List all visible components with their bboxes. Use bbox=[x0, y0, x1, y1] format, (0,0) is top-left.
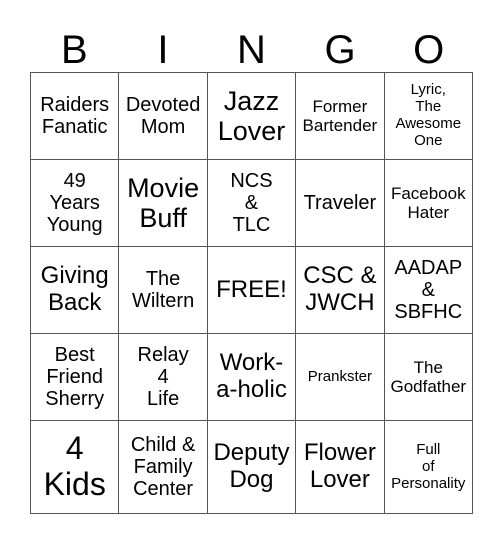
cell-text: Devoted Mom bbox=[125, 93, 201, 139]
cell-text: The Godfather bbox=[390, 358, 467, 397]
bingo-header: B I N G O bbox=[30, 28, 473, 72]
cell-text: Movie Buff bbox=[127, 172, 200, 234]
bingo-cell[interactable]: Raiders Fanatic bbox=[29, 71, 120, 161]
bingo-cell[interactable]: Jazz Lover bbox=[206, 71, 297, 161]
header-letter-b: B bbox=[60, 28, 88, 72]
cell-text: Deputy Dog bbox=[213, 439, 290, 494]
cell-text: Former Bartender bbox=[302, 97, 378, 136]
bingo-cell[interactable]: Work- a-holic bbox=[206, 333, 297, 422]
free-space-cell[interactable]: FREE! bbox=[206, 246, 297, 335]
header-letter-n: N bbox=[237, 28, 266, 72]
bingo-cell[interactable]: Full of Personality bbox=[383, 420, 474, 514]
bingo-cell[interactable]: Giving Back bbox=[29, 246, 120, 335]
bingo-cell[interactable]: Movie Buff bbox=[118, 159, 208, 248]
cell-text: Giving Back bbox=[40, 262, 109, 317]
cell-text: CSC & JWCH bbox=[303, 262, 377, 317]
board-row: Giving Back The Wiltern FREE! CSC & JWCH… bbox=[29, 246, 474, 335]
cell-text: NCS & TLC bbox=[230, 169, 273, 237]
bingo-cell[interactable]: Lyric, The Awesome One bbox=[383, 71, 474, 161]
cell-text: 49 Years Young bbox=[46, 169, 103, 237]
board-row: 4 Kids Child & Family Center Deputy Dog … bbox=[29, 420, 474, 514]
bingo-cell[interactable]: CSC & JWCH bbox=[295, 246, 385, 335]
bingo-cell[interactable]: The Wiltern bbox=[118, 246, 208, 335]
bingo-cell[interactable]: Child & Family Center bbox=[118, 420, 208, 514]
board-row: Best Friend Sherry Relay 4 Life Work- a-… bbox=[29, 333, 474, 422]
cell-text: Full of Personality bbox=[391, 440, 466, 492]
cell-text: Prankster bbox=[307, 367, 372, 385]
bingo-cell[interactable]: Best Friend Sherry bbox=[29, 333, 120, 422]
bingo-cell[interactable]: The Godfather bbox=[383, 333, 474, 422]
bingo-cell[interactable]: Deputy Dog bbox=[206, 420, 297, 514]
header-letter-o: O bbox=[413, 28, 445, 72]
bingo-cell[interactable]: 4 Kids bbox=[29, 420, 120, 514]
cell-text: Lyric, The Awesome One bbox=[395, 81, 462, 149]
bingo-cell[interactable]: Relay 4 Life bbox=[118, 333, 208, 422]
cell-text: Raiders Fanatic bbox=[40, 93, 110, 139]
header-letter-i: I bbox=[157, 28, 169, 72]
header-letter-g: G bbox=[324, 28, 356, 72]
cell-text: The Wiltern bbox=[131, 267, 195, 313]
cell-text: Jazz Lover bbox=[217, 85, 286, 147]
cell-text: FREE! bbox=[216, 275, 287, 303]
bingo-cell[interactable]: Devoted Mom bbox=[118, 71, 208, 161]
bingo-cell[interactable]: Traveler bbox=[295, 159, 385, 248]
bingo-cell[interactable]: Facebook Hater bbox=[383, 159, 474, 248]
bingo-board: Raiders Fanatic Devoted Mom Jazz Lover F… bbox=[29, 71, 474, 514]
bingo-cell[interactable]: 49 Years Young bbox=[29, 159, 120, 248]
cell-text: Traveler bbox=[303, 191, 377, 214]
cell-text: Flower Lover bbox=[303, 439, 376, 494]
cell-text: Child & Family Center bbox=[130, 433, 196, 501]
bingo-cell[interactable]: Former Bartender bbox=[295, 71, 385, 161]
cell-text: Relay 4 Life bbox=[137, 343, 189, 411]
bingo-cell[interactable]: Flower Lover bbox=[295, 420, 385, 514]
cell-text: 4 Kids bbox=[43, 430, 106, 503]
cell-text: Best Friend Sherry bbox=[45, 343, 105, 411]
bingo-cell[interactable]: NCS & TLC bbox=[206, 159, 297, 248]
cell-text: Work- a-holic bbox=[216, 349, 287, 404]
bingo-cell[interactable]: Prankster bbox=[295, 333, 385, 422]
board-row: Raiders Fanatic Devoted Mom Jazz Lover F… bbox=[29, 71, 474, 161]
bingo-cell[interactable]: AADAP & SBFHC bbox=[383, 246, 474, 335]
cell-text: AADAP & SBFHC bbox=[394, 256, 463, 324]
board-row: 49 Years Young Movie Buff NCS & TLC Trav… bbox=[29, 159, 474, 248]
cell-text: Facebook Hater bbox=[390, 184, 466, 223]
